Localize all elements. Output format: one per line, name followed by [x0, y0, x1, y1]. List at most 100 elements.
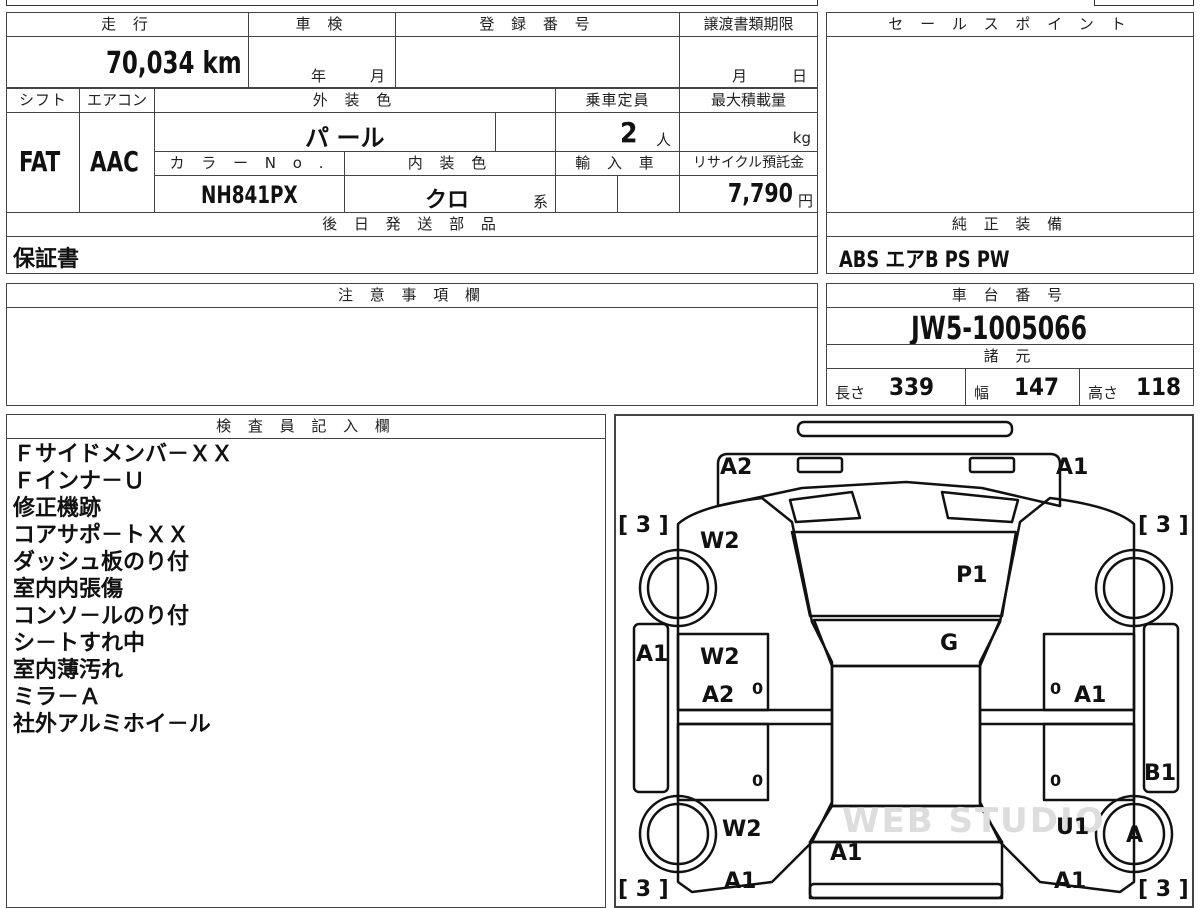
exterior-color-value: パ ール [305, 124, 385, 152]
exterior-color-extra [495, 112, 556, 152]
color-no-cell: NH841PX [154, 175, 345, 213]
note-item: コンソ－ルのり付 [13, 604, 190, 629]
note-item: Ｆサイドメンバ－ＸＸ [13, 442, 234, 467]
color-no-value: NH841PX [201, 181, 298, 209]
damage-mark: A [1126, 823, 1143, 848]
note-item: ダッシュ板のり付 [13, 550, 190, 575]
later-parts-cell: 保証書 [6, 236, 818, 274]
specs-height-label: 高さ [1088, 384, 1119, 402]
sales-point-label: セ ー ル ス ポ イ ン ト [826, 12, 1194, 37]
car-diagram: WEB STUDIO A2 A1W2P1GA1 W2A2 A1B1W2A1U1 AA1 A… [618, 420, 1189, 902]
registration-cell [395, 36, 680, 88]
damage-mark: 0 [752, 771, 763, 790]
chassis-label: 車 台 番 号 [826, 283, 1194, 308]
capacity-unit: 人 [656, 131, 672, 149]
interior-color-label: 内 装 色 [344, 151, 556, 176]
import-cell-1 [555, 175, 618, 213]
front-bumper [796, 420, 1014, 438]
color-no-label: カ ラ ー N o . [154, 151, 345, 176]
inspection-label: 車 検 [248, 12, 396, 37]
inspector-notes: Ｆサイドメンバ－ＸＸ Ｆインナ－Ｕ 修正機跡 コアサポ－トＸＸ ダッシュ板のり付… [6, 438, 606, 908]
headlight-right [968, 456, 1016, 474]
aircon-label: エアコン [79, 88, 155, 113]
import-label: 輸 入 車 [555, 151, 680, 176]
genuine-equipment-label: 純 正 装 備 [826, 212, 1194, 237]
damage-mark: W2 [700, 645, 740, 670]
specs-height-cell: 高さ 118 [1079, 368, 1194, 406]
shift-cell: FAT [6, 112, 80, 213]
note-item: 室内薄汚れ [13, 658, 124, 683]
specs-length-label: 長さ [835, 384, 866, 402]
transfer-deadline-cell: 月 日 [679, 36, 818, 88]
mileage-label: 走 行 [6, 12, 249, 37]
damage-mark: W2 [722, 817, 762, 842]
inspection-month: 月 [370, 67, 386, 85]
caution-label: 注 意 事 項 欄 [6, 283, 818, 308]
headlight-left [796, 456, 844, 474]
damage-mark: [ 3 ] [618, 513, 669, 538]
damage-mark: A1 [830, 841, 862, 866]
recycle-cell: 7,790 円 [679, 175, 818, 213]
later-parts-value: 保証書 [13, 247, 80, 272]
registration-label: 登 録 番 号 [395, 12, 680, 37]
damage-mark: B1 [1144, 761, 1176, 786]
top-strip-right [1094, 0, 1194, 6]
exterior-color-cell: パ ール [154, 112, 496, 152]
shift-label: シフト [6, 88, 80, 113]
recycle-value: 7,790 [727, 179, 793, 209]
genuine-equipment-value: ABS エアB PS PW [839, 248, 1010, 273]
note-item: Ｆインナ－Ｕ [13, 469, 146, 494]
rear-bumper [808, 882, 1004, 900]
damage-mark: A1 [1056, 455, 1088, 480]
specs-label: 諸 元 [826, 344, 1194, 369]
hood-vent-right [940, 490, 1020, 524]
note-item: 社外アルミホイ－ル [13, 712, 211, 737]
damage-mark: 0 [1050, 679, 1061, 698]
damage-mark: P1 [956, 563, 987, 588]
note-item: 修正機跡 [13, 496, 102, 521]
specs-width-cell: 幅 147 [965, 368, 1080, 406]
specs-height-value: 118 [1136, 373, 1182, 401]
note-item: シ－トすれ中 [13, 631, 146, 656]
recycle-label: リサイクル預託金 [679, 151, 818, 176]
inspector-label: 検 査 員 記 入 欄 [6, 414, 606, 439]
note-item: ミラ－Ａ [13, 685, 102, 710]
capacity-cell: 2 人 [555, 112, 680, 152]
aircon-cell: AAC [79, 112, 155, 213]
max-load-label: 最大積載量 [679, 88, 818, 113]
interior-color-cell: クロ 系 [344, 175, 556, 213]
mileage-cell: 70,034 km [6, 36, 249, 88]
interior-color-value: クロ [425, 188, 470, 213]
damage-mark: A1 [724, 869, 756, 894]
note-item: コアサポ－トＸＸ [13, 523, 190, 548]
damage-mark: 0 [1050, 771, 1061, 790]
genuine-equipment-cell: ABS エアB PS PW [826, 236, 1194, 274]
specs-length-value: 339 [889, 373, 935, 401]
damage-mark: [ 3 ] [618, 877, 669, 902]
import-cell-2 [617, 175, 680, 213]
sales-point-cell [826, 36, 1194, 213]
capacity-value: 2 [620, 116, 638, 149]
inspection-cell: 年 月 [248, 36, 396, 88]
inspection-year: 年 [311, 67, 327, 85]
shift-value: FAT [19, 145, 61, 178]
transfer-deadline-label: 譲渡書類期限 [679, 12, 818, 37]
damage-mark: [ 3 ] [1138, 513, 1189, 538]
hood-vent-left [788, 490, 862, 524]
caution-cell [6, 307, 818, 406]
chassis-value: JW5-1005066 [911, 309, 1088, 347]
cabin-top [812, 618, 1002, 668]
aircon-value: AAC [90, 145, 139, 178]
damage-mark: A1 [636, 642, 668, 667]
transfer-day: 日 [792, 67, 808, 85]
later-parts-label: 後 日 発 送 部 品 [6, 212, 818, 237]
exterior-color-label: 外 装 色 [154, 88, 556, 113]
note-item: 室内内張傷 [13, 577, 124, 602]
damage-diagram-panel: WEB STUDIO A2 A1 W2 P1 G A1 W2 A2 A1 B1 W2 A1 U1 A A1 A… [614, 414, 1194, 908]
top-strip [6, 0, 818, 6]
max-load-unit: kg [792, 129, 811, 147]
transfer-month: 月 [732, 67, 748, 85]
capacity-label: 乗車定員 [555, 88, 680, 113]
damage-mark: A1 [1054, 869, 1086, 894]
damage-mark: [ 3 ] [1138, 877, 1189, 902]
